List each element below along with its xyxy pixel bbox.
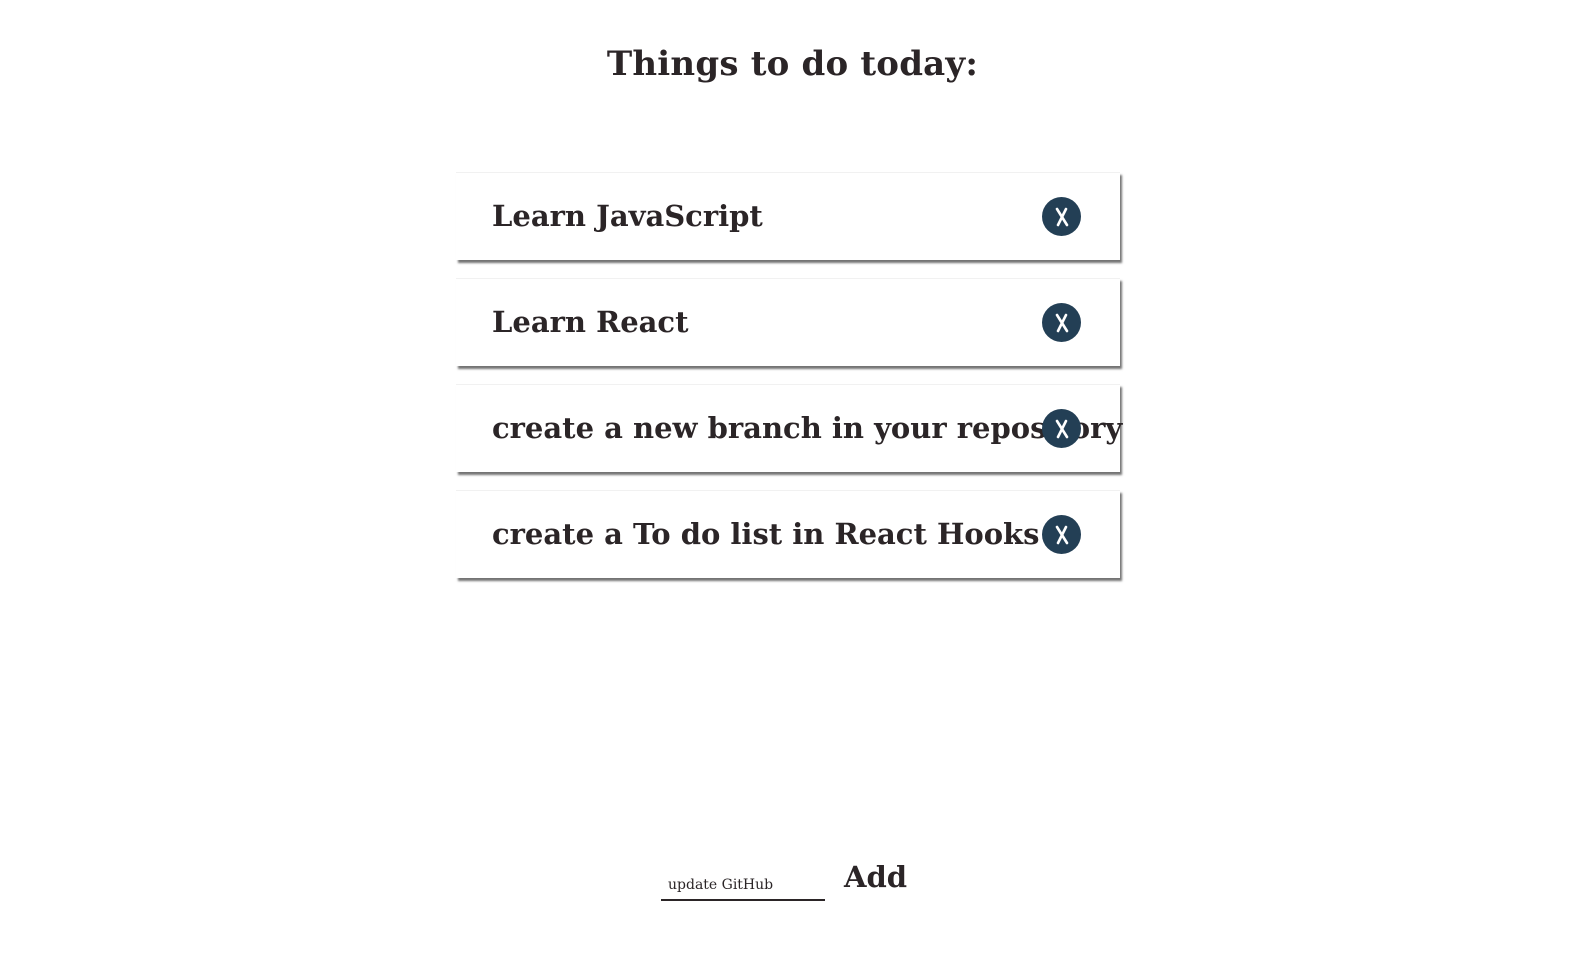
- close-icon: [1055, 313, 1068, 332]
- todo-text: Learn JavaScript: [492, 199, 763, 233]
- todo-text: Learn React: [492, 305, 689, 339]
- todo-item: Learn JavaScript: [456, 172, 1120, 260]
- todo-item: create a new branch in your repository: [456, 384, 1123, 472]
- todo-item: Learn React: [456, 278, 1120, 366]
- todo-item: create a To do list in React Hooks: [456, 490, 1120, 578]
- delete-todo-button[interactable]: [1042, 515, 1081, 554]
- add-button[interactable]: Add: [844, 860, 907, 894]
- page-title: Things to do today:: [606, 44, 979, 84]
- close-icon: [1055, 419, 1068, 438]
- delete-todo-button[interactable]: [1042, 303, 1081, 342]
- todo-list: Learn JavaScript Learn React create a ne…: [456, 172, 1123, 596]
- todo-text: create a new branch in your repository: [492, 411, 1123, 445]
- close-icon: [1055, 525, 1068, 544]
- todo-text: create a To do list in React Hooks: [492, 517, 1040, 551]
- new-todo-input[interactable]: [661, 870, 825, 901]
- close-icon: [1055, 207, 1068, 226]
- delete-todo-button[interactable]: [1042, 197, 1081, 236]
- delete-todo-button[interactable]: [1042, 409, 1081, 448]
- add-todo-form: Add: [661, 850, 921, 910]
- page: Things to do today: Learn JavaScript Lea…: [0, 0, 1585, 971]
